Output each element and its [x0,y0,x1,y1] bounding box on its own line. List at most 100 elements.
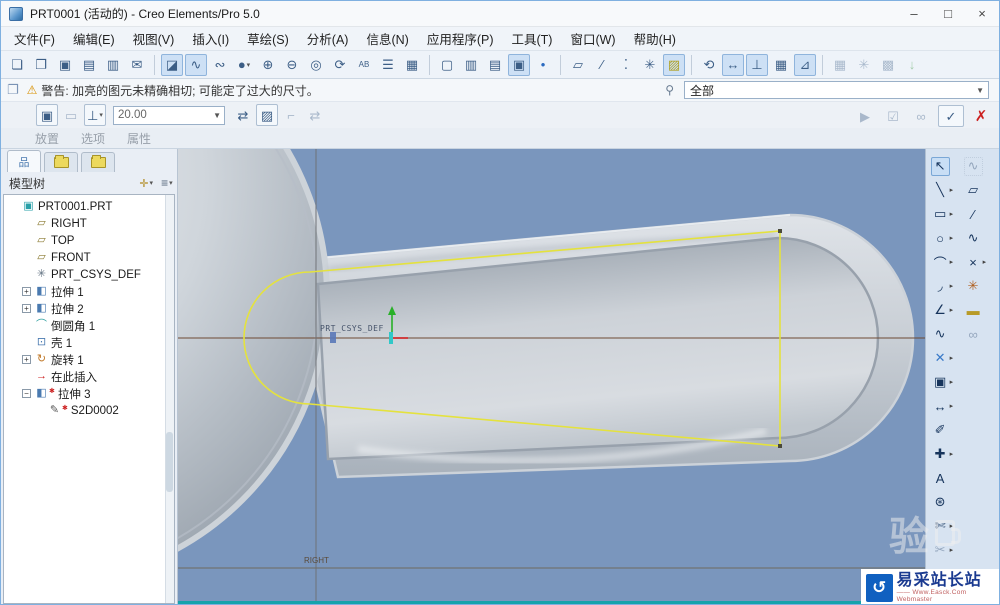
depth-value-combobox[interactable]: ▼ [113,105,225,125]
point-button[interactable]: ✕ [931,349,950,368]
tree-settings-flyout-arrow[interactable]: ▾ [169,179,173,187]
highlight-open-ends-button[interactable]: ▦ [829,54,851,76]
arc-flyout-arrow[interactable]: ▸ [950,258,954,266]
tree-item-revolve-1[interactable]: + ↻ 旋转 1 [4,351,174,368]
point-pair-flyout-arrow[interactable]: ▸ [983,258,987,266]
layers-button[interactable]: ☰ [377,54,399,76]
graphics-area[interactable]: RIGHT PRT_CSYS_DEF [1,5,925,604]
tree-item-shell-1[interactable]: ⊡ 壳 1 [4,334,174,351]
overlap-geometry-button[interactable]: ✳ [853,54,875,76]
view-orient-button[interactable]: ⟳ [329,54,351,76]
folder-browser-tab[interactable] [44,152,78,172]
chamfer-flyout-arrow[interactable]: ▸ [950,306,954,314]
panel-placement-tab[interactable]: 放置 [35,130,59,147]
flip-thicken-side-button[interactable]: ⇄ [304,104,326,126]
point-flyout-arrow[interactable]: ▸ [950,354,954,362]
expander-collapsed-icon[interactable]: + [22,355,31,364]
menu-info[interactable]: 信息(N) [357,26,417,51]
shade-closed-loops-button[interactable]: ▨ [663,53,685,76]
thicken-sketch-button[interactable]: ⌐ [280,104,302,126]
sketch-collector-button[interactable]: ▭ [60,104,82,126]
vertex-display-button[interactable]: ⊿ [794,53,816,76]
dim-display-button[interactable]: ↔ [722,53,744,76]
perimeter-dim-button[interactable]: ▬ [964,301,983,320]
save-file-button[interactable]: ▣ [54,54,76,76]
lock-modified-dims-button[interactable]: ▩ [877,54,899,76]
hidden-line-display-button[interactable]: ▥ [460,54,482,76]
tree-settings-button[interactable]: ≡ ▾ [161,176,173,190]
coord-system-button[interactable]: ✳ [964,277,983,296]
send-email-button[interactable]: ✉ [126,54,148,76]
use-edge-flyout-arrow[interactable]: ▸ [950,378,954,386]
chevron-down-icon[interactable]: ▼ [976,86,988,95]
sketch-view-button[interactable]: ◪ [161,53,183,76]
tree-item-front-plane[interactable]: ▱ FRONT [4,249,174,266]
depth-type-flyout-arrow[interactable]: ▾ [99,111,103,119]
selection-filter-combobox[interactable]: 全部 ▼ [684,81,989,99]
trim-delete-button[interactable]: ✄ [931,517,950,536]
arc-button[interactable]: ⌒ [931,253,950,272]
verify-button[interactable]: ☑ [882,105,904,127]
trim-delete-flyout-arrow[interactable]: ▸ [950,522,954,530]
import-geometry-button[interactable]: ↓ [901,54,923,76]
tree-item-right-plane[interactable]: ▱ RIGHT [4,215,174,232]
tree-item-insert-here[interactable]: → 在此插入 [4,368,174,385]
modify-dims-button[interactable]: ✐ [931,421,950,440]
menu-sketch[interactable]: 草绘(S) [238,26,298,51]
tree-item-extrude-1[interactable]: + ◧ 拉伸 1 [4,283,174,300]
wireframe-display-button[interactable]: ▢ [436,54,458,76]
plane-display-button[interactable]: ▱ [567,54,589,76]
render-settings-button[interactable]: ∾ [209,54,231,76]
zoom-fit-button[interactable]: ◎ [305,54,327,76]
print-button[interactable]: ▤ [78,54,100,76]
spline-button[interactable]: ∿ [931,325,950,344]
fillet-button[interactable]: ◞ [931,277,950,296]
line-flyout-arrow[interactable]: ▸ [950,186,954,194]
shaded-sphere-flyout-arrow[interactable]: ▾ [247,61,251,69]
shaded-sphere-button[interactable]: ● ▾ [233,54,255,76]
grid-display-button[interactable]: ▦ [770,54,792,76]
no-hidden-display-button[interactable]: ▤ [484,54,506,76]
menu-view[interactable]: 视图(V) [124,26,184,51]
resume-button[interactable]: ▶ [854,105,876,127]
tree-item-extrude-3[interactable]: − ◧ ✱ 拉伸 3 [4,385,174,402]
sketch-orient-button[interactable]: ⟲ [698,54,720,76]
tree-filters-button[interactable]: ✛ ▾ [139,177,153,190]
menu-edit[interactable]: 编辑(E) [64,26,124,51]
close-button[interactable]: × [965,1,999,26]
rectangle-button[interactable]: ▭ [931,205,950,224]
constraint-display-button[interactable]: ⊥ [746,53,768,76]
region-select-button[interactable]: ∿ [963,156,983,176]
zoom-in-button[interactable]: ⊕ [257,54,279,76]
menu-tools[interactable]: 工具(T) [503,26,562,51]
preview-glasses-button[interactable]: ∞ [910,105,932,127]
tree-item-csys[interactable]: ✳ PRT_CSYS_DEF [4,266,174,283]
model-tree-tab[interactable]: 品 [7,150,41,172]
sketch-vertex-top[interactable] [777,229,782,233]
tree-filters-flyout-arrow[interactable]: ▾ [150,179,154,187]
constraints-button[interactable]: ✚ [931,445,950,464]
rectangle-flyout-arrow[interactable]: ▸ [950,210,954,218]
palette-button[interactable]: ⊛ [931,493,950,512]
use-edge-button[interactable]: ▣ [931,373,950,392]
select-button[interactable]: ↖ [930,156,950,176]
depth-value-input[interactable] [114,108,202,122]
constraints-flyout-arrow[interactable]: ▸ [950,450,954,458]
sketch-vertex-bottom[interactable] [777,444,782,448]
print-setup-button[interactable]: ▥ [102,54,124,76]
new-file-button[interactable]: ❏ [6,54,28,76]
point-pair-button[interactable]: × [964,253,983,272]
flip-depth-direction-button[interactable]: ⇄ [232,104,254,126]
remove-material-button[interactable]: ▨ [256,104,278,126]
tree-item-part[interactable]: ▣ PRT0001.PRT [4,198,174,215]
corner-trim-button[interactable]: ✂ [931,541,950,560]
sketch-setup-button[interactable]: ∿ [185,53,207,76]
menu-applications[interactable]: 应用程序(P) [418,26,503,51]
zoom-out-button[interactable]: ⊖ [281,54,303,76]
expander-expanded-icon[interactable]: − [22,389,31,398]
fillet-flyout-arrow[interactable]: ▸ [950,282,954,290]
panel-properties-tab[interactable]: 属性 [127,130,151,147]
tree-scroll-thumb[interactable] [165,431,173,492]
expander-collapsed-icon[interactable]: + [22,287,31,296]
centerline-button[interactable]: ⁄ [964,205,983,224]
